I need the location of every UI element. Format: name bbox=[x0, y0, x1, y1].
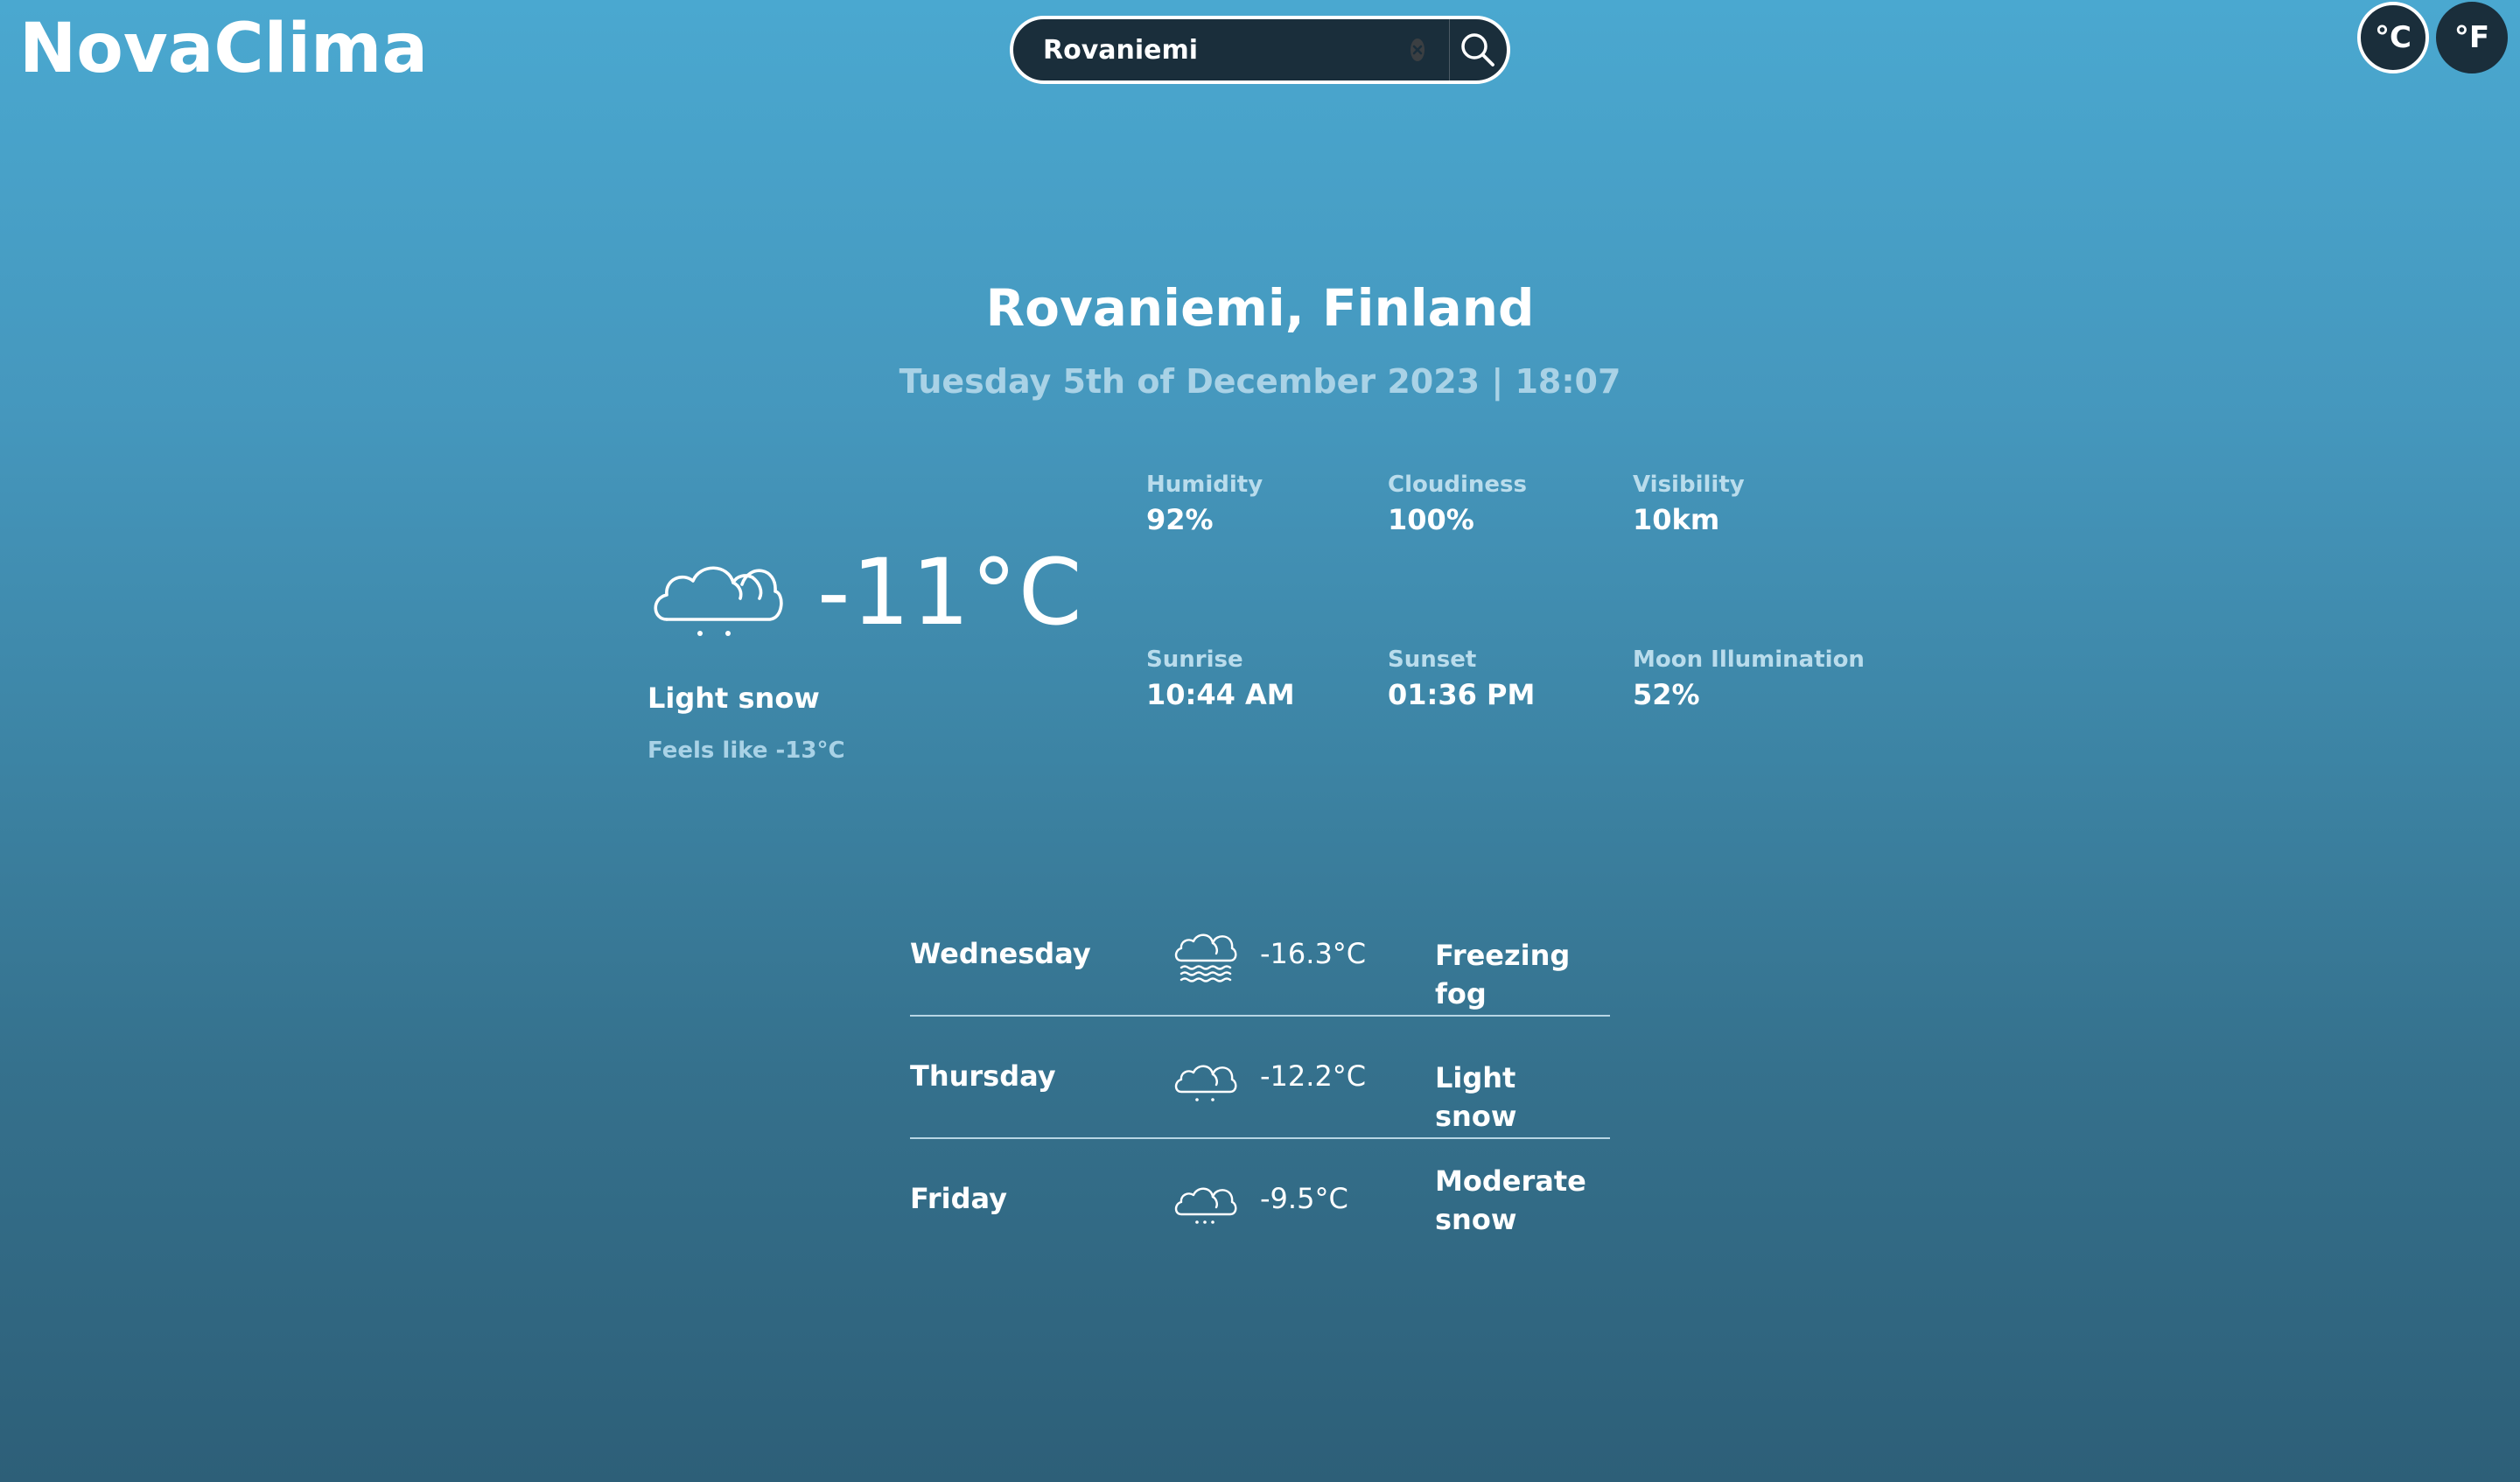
forecast-day: Wednesday bbox=[910, 937, 1091, 970]
detail-value: 52% bbox=[1633, 678, 1700, 711]
current-temperature: -11°C bbox=[817, 539, 1084, 646]
detail-label: Moon Illumination bbox=[1633, 647, 1865, 673]
fahrenheit-toggle-button[interactable]: °F bbox=[2436, 2, 2508, 73]
celsius-toggle-button[interactable]: °C bbox=[2357, 2, 2429, 73]
cloud-light-snow-icon bbox=[654, 566, 783, 636]
forecast-list: Wednesday -16.3°C Freezing fog Thursday … bbox=[910, 894, 1610, 1260]
forecast-row: Friday -9.5°C Moderate snow bbox=[910, 1139, 1610, 1260]
detail-label: Humidity bbox=[1146, 472, 1264, 498]
detail-cloudiness: Cloudiness 100% bbox=[1388, 469, 1650, 539]
detail-value: 10:44 AM bbox=[1146, 678, 1295, 711]
forecast-temp: -9.5°C bbox=[1260, 1182, 1348, 1215]
detail-value: 100% bbox=[1388, 503, 1474, 536]
forecast-desc: Freezing fog bbox=[1435, 939, 1571, 1010]
detail-label: Sunset bbox=[1388, 647, 1477, 673]
forecast-day: Friday bbox=[910, 1182, 1007, 1215]
search-input[interactable] bbox=[1013, 19, 1410, 80]
detail-value: 01:36 PM bbox=[1388, 678, 1536, 711]
detail-value: 10km bbox=[1633, 503, 1720, 536]
forecast-desc: Moderate snow bbox=[1435, 1164, 1586, 1236]
current-condition: Light snow bbox=[648, 682, 820, 715]
search-button[interactable] bbox=[1450, 19, 1507, 80]
detail-visibility: Visibility 10km bbox=[1633, 469, 1895, 539]
detail-moon-illumination: Moon Illumination 52% bbox=[1633, 644, 1895, 714]
forecast-row: Wednesday -16.3°C Freezing fog bbox=[910, 894, 1610, 1017]
clear-search-button[interactable] bbox=[1410, 38, 1424, 61]
detail-label: Sunrise bbox=[1146, 647, 1243, 673]
detail-label: Cloudiness bbox=[1388, 472, 1527, 498]
forecast-row: Thursday -12.2°C Light snow bbox=[910, 1017, 1610, 1139]
detail-sunrise: Sunrise 10:44 AM bbox=[1146, 644, 1409, 714]
location-title: Rovaniemi, Finland bbox=[985, 278, 1535, 338]
detail-humidity: Humidity 92% bbox=[1146, 469, 1409, 539]
feels-like: Feels like -13°C bbox=[648, 738, 845, 764]
search-icon bbox=[1461, 33, 1495, 66]
detail-label: Visibility bbox=[1633, 472, 1745, 498]
detail-sunset: Sunset 01:36 PM bbox=[1388, 644, 1650, 714]
forecast-day: Thursday bbox=[910, 1059, 1056, 1093]
cloud-moderate-snow-icon bbox=[1174, 1187, 1237, 1224]
search-bar bbox=[1010, 16, 1510, 84]
forecast-desc: Light snow bbox=[1435, 1061, 1517, 1133]
app-logo[interactable]: NovaClima bbox=[19, 5, 428, 93]
clear-icon bbox=[1412, 45, 1423, 55]
forecast-temp: -16.3°C bbox=[1260, 937, 1367, 970]
location-datetime: Tuesday 5th of December 2023 | 18:07 bbox=[899, 362, 1621, 401]
cloud-light-snow-icon bbox=[1174, 1065, 1237, 1101]
forecast-temp: -12.2°C bbox=[1260, 1059, 1367, 1093]
cloud-fog-icon bbox=[1174, 933, 1237, 982]
detail-value: 92% bbox=[1146, 503, 1214, 536]
